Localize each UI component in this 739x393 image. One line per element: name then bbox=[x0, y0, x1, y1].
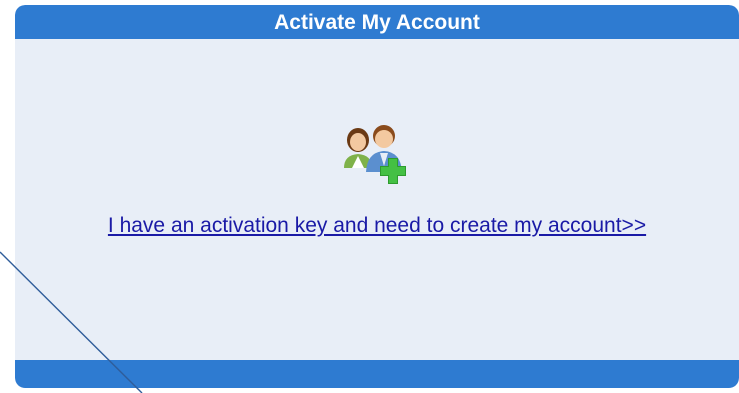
create-account-link[interactable]: I have an activation key and need to cre… bbox=[75, 211, 679, 240]
activate-account-panel: Activate My Account I have an activation… bbox=[15, 5, 739, 388]
panel-footer bbox=[15, 360, 739, 388]
users-add-icon bbox=[338, 122, 414, 186]
page: Activate My Account I have an activation… bbox=[0, 0, 739, 393]
panel-title: Activate My Account bbox=[15, 5, 739, 39]
